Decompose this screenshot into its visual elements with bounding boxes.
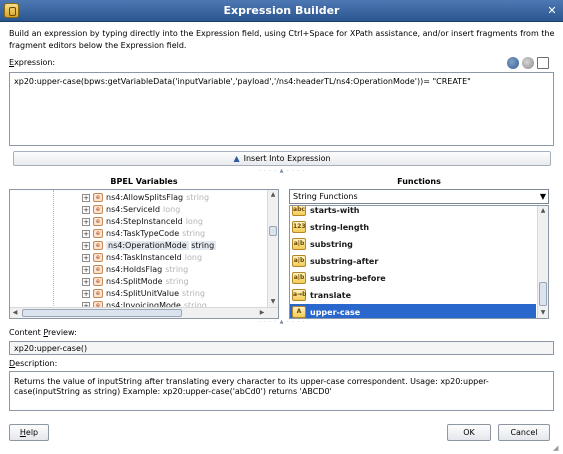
expand-icon[interactable]: + [82,193,90,202]
ok-button[interactable]: OK [447,424,491,441]
tree-node[interactable]: + e ns4:TaskInstanceId long [82,252,202,263]
function-item[interactable]: a→b translate [290,287,536,303]
function-category-select[interactable]: String Functions ▼ [289,189,549,204]
instructions-text: Build an expression by typing directly i… [9,29,555,50]
functions-list[interactable]: abc starts-with 123 string-length a|b subst… [289,205,549,319]
expand-icon[interactable]: + [82,229,90,238]
bpel-variables-title: BPEL Variables [110,177,178,186]
function-item[interactable]: a|b substring [290,236,536,252]
scrollbar-thumb[interactable] [269,226,277,236]
function-icon: a|b [292,255,306,267]
tree-node-selected[interactable]: + e ns4:OperationMode string [82,240,217,251]
function-category-value: String Functions [293,192,358,201]
expand-icon[interactable]: + [82,277,90,286]
scroll-left-icon[interactable]: ◀ [10,308,20,318]
element-icon: e [93,205,103,214]
scroll-down-icon[interactable]: ▼ [538,308,548,318]
expression-field[interactable]: xp20:upper-case(bpws:getVariableData('in… [9,72,554,146]
tree-node[interactable]: + e ns4:TaskTypeCode string [82,228,205,239]
splitter-handle-top[interactable]: · · · · ▲ · · · · [250,168,314,174]
tree-node[interactable]: + e ns4:StepInstanceId long [82,216,203,227]
insert-into-expression-button[interactable]: ▲ Insert Into Expression [13,151,551,166]
function-item[interactable]: a|b substring-after [290,253,536,269]
description-field: Returns the value of inputString after t… [9,371,554,411]
bpel-variables-tree[interactable]: + e ns4:AllowSplitsFlag string + e ns4:Servic… [9,189,279,319]
function-item[interactable]: abc starts-with [290,206,536,218]
function-item[interactable]: 123 string-length [290,219,536,235]
scrollbar-thumb[interactable] [22,309,182,317]
redo-icon[interactable] [522,57,534,69]
cancel-button[interactable]: Cancel [498,424,550,441]
scrollbar-thumb[interactable] [539,282,547,306]
element-icon: e [93,229,103,238]
content-preview-label: Content Preview: [9,328,77,337]
expand-icon[interactable]: + [82,241,90,250]
up-arrow-icon: ▲ [233,154,240,163]
expand-icon[interactable]: + [82,253,90,262]
expand-icon[interactable]: + [82,289,90,298]
scroll-up-icon[interactable]: ▲ [268,190,278,200]
tree-node[interactable]: + e ns4:SplitUnitValue string [82,288,205,299]
functions-vertical-scrollbar[interactable]: ▲ ▼ [537,206,548,318]
insert-button-label: Insert Into Expression [243,154,331,163]
function-icon: a|b [292,238,306,250]
function-icon: abc [292,206,306,216]
tree-horizontal-scrollbar[interactable]: ◀ ▶ [10,307,278,318]
functions-title: Functions [397,177,441,186]
close-button[interactable]: ✕ [545,4,559,18]
element-icon: e [93,217,103,226]
function-icon: a→b [292,289,306,301]
window-title: Expression Builder [223,4,340,17]
expression-label: Expression: [9,58,56,67]
function-icon: a|b [292,272,306,284]
scroll-right-icon[interactable]: ▶ [257,308,267,318]
tree-node[interactable]: + e ns4:AllowSplitsFlag string [82,192,209,203]
description-label: Description: [9,359,58,368]
function-item-selected[interactable]: Aupper-case [290,304,536,318]
undo-icon[interactable] [507,57,519,69]
tree-guide-line [53,190,54,306]
splitter-handle-bottom[interactable]: · · · · ▲ · · · · [250,319,314,325]
resize-grip-icon[interactable]: ◢ [553,444,561,452]
function-icon: A [292,306,306,318]
element-icon: e [93,277,103,286]
element-icon: e [93,193,103,202]
element-icon: e [93,289,103,298]
scroll-up-icon[interactable]: ▲ [538,206,548,216]
help-button[interactable]: Help [9,424,49,441]
tree-vertical-scrollbar[interactable]: ▲ ▼ [267,190,278,307]
tree-node[interactable]: + e ns4:SplitMode string [82,276,189,287]
expand-icon[interactable]: + [82,217,90,226]
element-icon: e [93,253,103,262]
tree-node[interactable]: + e ns4:HoldsFlag string [82,264,188,275]
expand-icon[interactable]: + [82,205,90,214]
tree-node[interactable]: + e ns4:ServiceId long [82,204,180,215]
expand-icon[interactable]: + [82,265,90,274]
function-icon: 123 [292,221,306,233]
scroll-down-icon[interactable]: ▼ [268,297,278,307]
function-item[interactable]: a|b substring-before [290,270,536,286]
content-preview-field: xp20:upper-case() [9,341,554,355]
element-icon: e [93,241,103,250]
expression-toolbar [507,57,549,71]
chevron-down-icon[interactable]: ▼ [540,190,546,203]
title-bar: Expression Builder ✕ [0,0,563,22]
new-document-icon[interactable] [537,57,549,69]
element-icon: e [93,265,103,274]
